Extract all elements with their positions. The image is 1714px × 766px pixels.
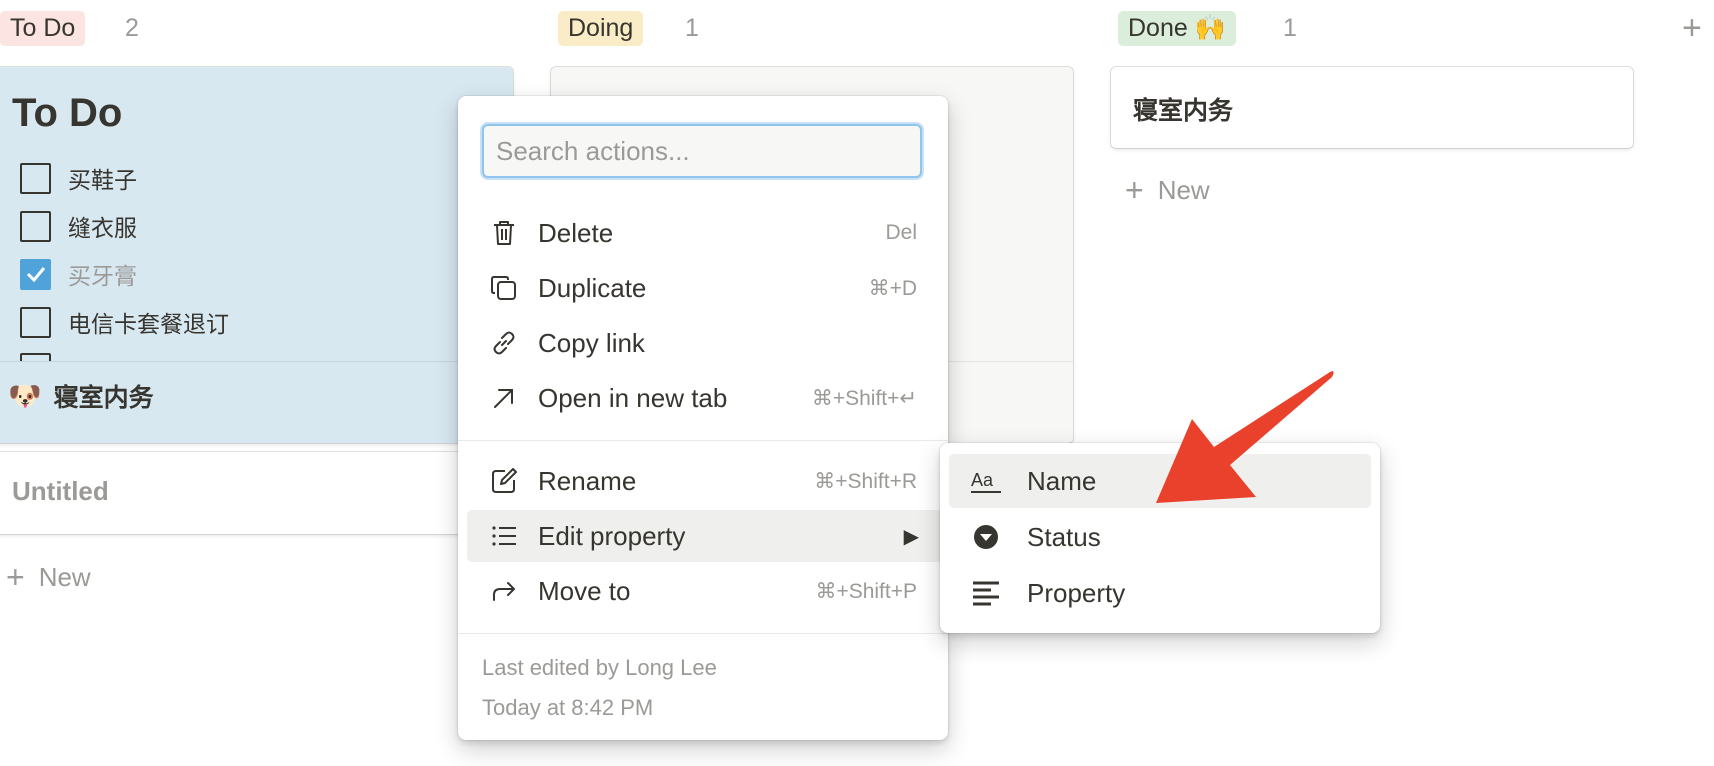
trash-icon	[487, 216, 521, 250]
menu-item-label: Copy link	[538, 327, 645, 358]
context-menu: Delete Del Duplicate ⌘+D Copy link Open …	[458, 96, 949, 740]
last-edited-time: Today at 8:42 PM	[482, 695, 654, 720]
column-count-done: 1	[1283, 14, 1297, 42]
dog-emoji-icon: 🐶	[8, 381, 42, 411]
plus-icon: +	[1125, 172, 1144, 208]
submenu-arrow-icon: ▶	[903, 525, 919, 548]
new-card-button-done[interactable]: + New	[1125, 172, 1210, 208]
menu-item-edit-property[interactable]: Edit property ▶	[467, 510, 949, 562]
column-tag-todo[interactable]: To Do	[0, 11, 86, 46]
submenu-item-label: Property	[1027, 577, 1126, 608]
menu-item-copy-link[interactable]: Copy link	[467, 317, 939, 369]
add-column-button[interactable]: +	[1682, 8, 1702, 48]
todo-card-heading: To Do	[12, 91, 123, 135]
svg-text:Aa: Aa	[971, 470, 994, 490]
menu-item-label: Move to	[538, 575, 631, 606]
menu-item-shortcut: ⌘+Shift+P	[815, 579, 917, 603]
todo-item: 电信卡套餐退订	[20, 305, 229, 339]
menu-item-delete[interactable]: Delete Del	[467, 207, 939, 259]
check-icon	[26, 267, 45, 283]
column-count-doing: 1	[685, 14, 699, 42]
new-card-button-todo[interactable]: + New	[6, 559, 91, 595]
column-count-todo: 2	[125, 14, 139, 42]
checkbox[interactable]	[20, 306, 51, 338]
card-divider	[0, 361, 513, 362]
menu-item-label: Delete	[538, 217, 614, 248]
untitled-card[interactable]: Untitled	[0, 452, 513, 534]
todo-card-title-text: 寝室内务	[53, 384, 154, 412]
untitled-card-title: Untitled	[12, 476, 109, 506]
forward-arrow-icon	[487, 574, 521, 608]
edit-icon	[487, 464, 521, 498]
annotation-arrow-icon	[1156, 371, 1334, 503]
new-label: New	[1157, 174, 1210, 205]
todo-item: 买鞋子	[20, 161, 137, 195]
text-aa-icon: Aa	[969, 464, 1003, 498]
menu-item-shortcut: ⌘+Shift+↵	[811, 386, 917, 410]
text-lines-icon	[969, 576, 1003, 610]
menu-item-shortcut: Del	[885, 221, 917, 244]
arrow-up-right-icon	[487, 381, 521, 415]
menu-item-label: Duplicate	[538, 272, 647, 303]
menu-separator	[458, 633, 948, 634]
new-label: New	[38, 561, 91, 592]
column-tag-done[interactable]: Done 🙌	[1118, 11, 1236, 46]
checkbox[interactable]	[20, 162, 51, 194]
submenu-item-label: Status	[1027, 521, 1101, 552]
submenu-item-status[interactable]: Status	[949, 510, 1371, 564]
search-actions-input[interactable]	[482, 124, 922, 178]
menu-item-open-new-tab[interactable]: Open in new tab ⌘+Shift+↵	[467, 372, 939, 424]
menu-item-label: Rename	[538, 465, 637, 496]
submenu-item-property[interactable]: Property	[949, 566, 1371, 620]
todo-item-text: 买牙膏	[68, 263, 137, 289]
done-card-title: 寝室内务	[1133, 97, 1234, 125]
column-tag-doing[interactable]: Doing	[558, 11, 644, 46]
todo-item-text: 电信卡套餐退订	[68, 311, 229, 337]
todo-item-text: 买鞋子	[68, 167, 137, 193]
menu-item-shortcut: ⌘+Shift+R	[814, 469, 917, 493]
menu-item-move-to[interactable]: Move to ⌘+Shift+P	[467, 565, 939, 617]
menu-separator	[458, 440, 948, 441]
todo-item: 缝衣服	[20, 209, 137, 243]
todo-item-text: 缝衣服	[68, 215, 137, 241]
last-edited-by: Last edited by Long Lee	[482, 655, 717, 680]
menu-item-label: Edit property	[538, 520, 686, 551]
todo-card[interactable]: To Do 买鞋子 缝衣服 买牙膏 电信卡套餐退订 🐶 寝室内务	[0, 67, 513, 443]
list-icon	[487, 519, 521, 553]
checkbox-checked[interactable]	[20, 258, 51, 290]
link-icon	[487, 326, 521, 360]
menu-item-label: Open in new tab	[538, 382, 728, 413]
menu-item-shortcut: ⌘+D	[868, 276, 917, 300]
menu-item-rename[interactable]: Rename ⌘+Shift+R	[467, 455, 939, 507]
status-circle-icon	[969, 520, 1003, 554]
checkbox[interactable]	[20, 210, 51, 242]
todo-item: 买牙膏	[20, 257, 137, 291]
todo-card-title: 🐶 寝室内务	[8, 376, 154, 416]
plus-icon: +	[6, 559, 25, 595]
duplicate-icon	[487, 271, 521, 305]
menu-item-duplicate[interactable]: Duplicate ⌘+D	[467, 262, 939, 314]
done-card[interactable]: 寝室内务	[1111, 67, 1633, 148]
